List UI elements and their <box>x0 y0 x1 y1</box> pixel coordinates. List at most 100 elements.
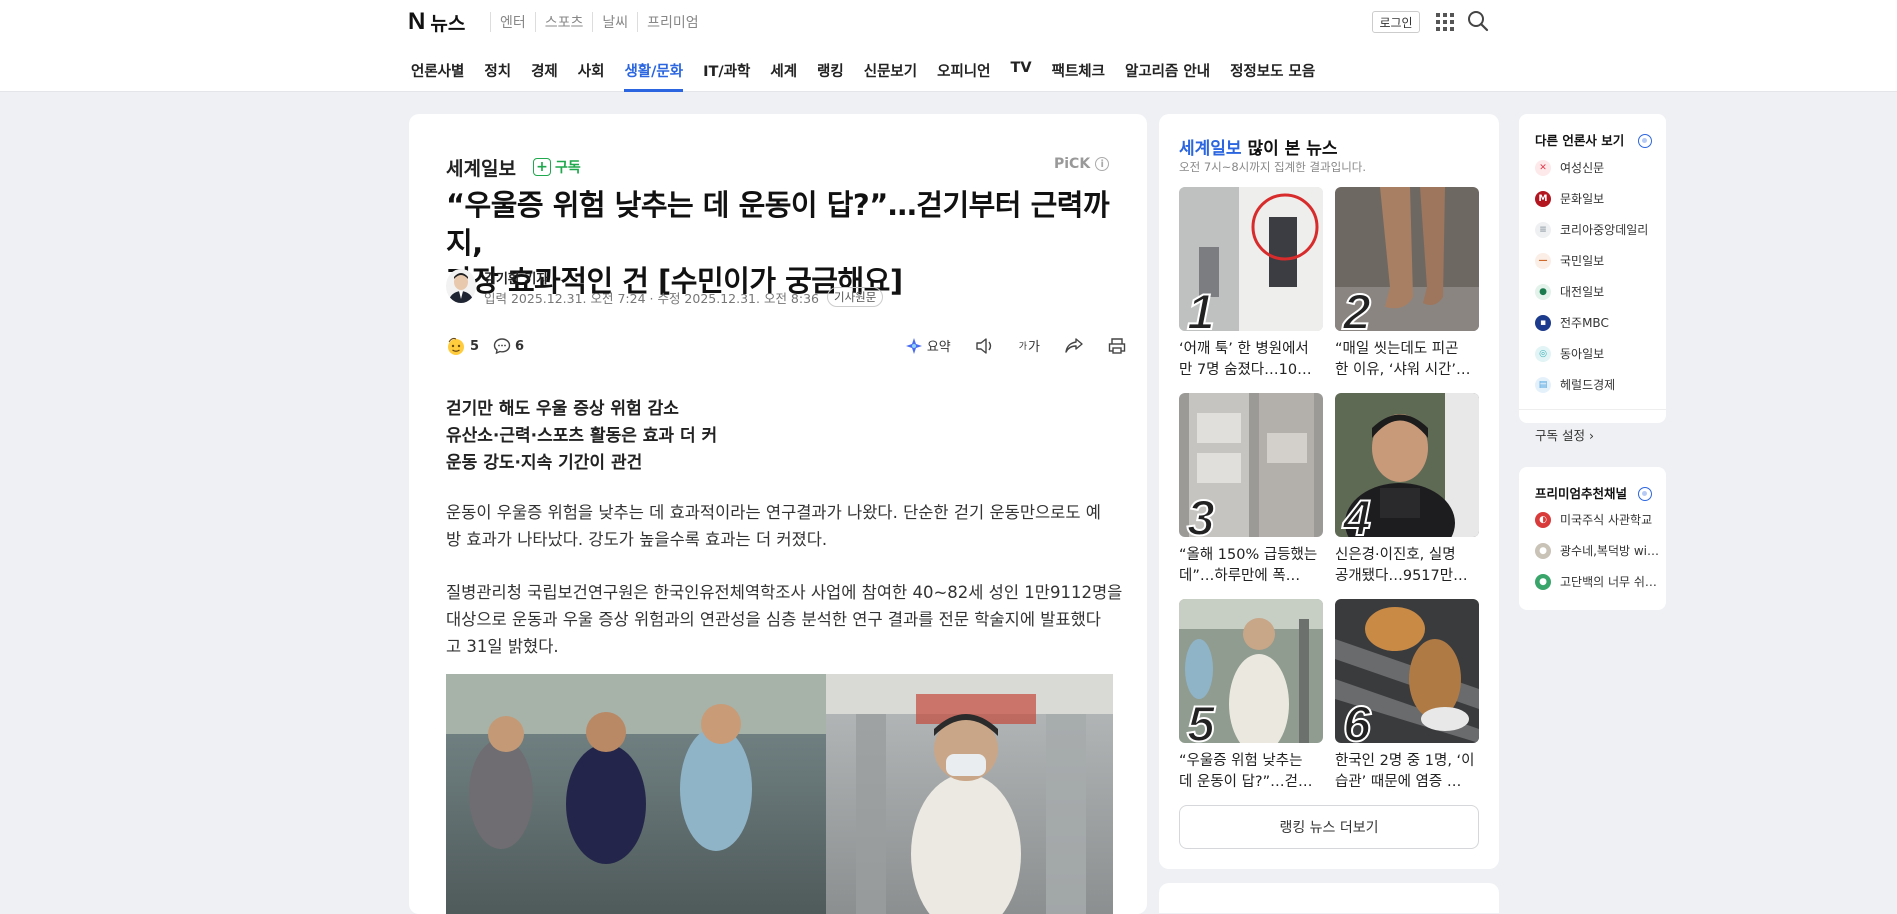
press-logo-icon: M <box>1535 190 1551 207</box>
press-item[interactable]: ▤ 헤럴드경제 <box>1535 376 1615 393</box>
premium-item[interactable]: ● 고단백의 너무 쉬… <box>1535 573 1657 590</box>
refresh-icon[interactable] <box>1638 487 1652 501</box>
ranking-item[interactable]: 4 신은경·이진호, 실명 공개됐다…9517만… <box>1335 393 1479 587</box>
press-item[interactable]: ✕ 여성신문 <box>1535 159 1604 176</box>
login-button[interactable]: 로그인 <box>1372 11 1420 33</box>
ranking-thumbnail[interactable]: 1 <box>1179 187 1323 331</box>
tab-society[interactable]: 사회 <box>578 60 605 92</box>
speaker-icon[interactable] <box>975 337 995 355</box>
press-logo-icon: ▤ <box>1535 376 1551 393</box>
tab-newspaper[interactable]: 신문보기 <box>864 60 917 92</box>
more-ranking-button[interactable]: 랭킹 뉴스 더보기 <box>1179 805 1479 849</box>
tab-factcheck[interactable]: 팩트체크 <box>1052 60 1105 92</box>
headline-line: “올해 150% 급등했는 <box>1179 547 1318 563</box>
article-card: 세계일보 + 구독 PiCK i “우울증 위험 낮추는 데 운동이 답?”…걷… <box>409 114 1147 914</box>
subscribe-label: 구독 <box>555 160 581 176</box>
ranking-press[interactable]: 세계일보 <box>1179 139 1242 159</box>
ranking-item[interactable]: 1 ‘어깨 툭’ 한 병원에서 만 7명 숨졌다…10… <box>1179 187 1323 381</box>
tab-it-science[interactable]: IT/과학 <box>703 60 750 92</box>
tab-economy[interactable]: 경제 <box>531 60 558 92</box>
original-article-button[interactable]: 기사원문 <box>827 287 884 307</box>
tab-opinion[interactable]: 오피니언 <box>937 60 990 92</box>
font-size-button[interactable]: 가 가 <box>1019 336 1040 355</box>
press-item[interactable]: ● 대전일보 <box>1535 283 1604 300</box>
summary-button[interactable]: 요약 <box>905 336 951 355</box>
article-toolbar: 5 6 요약 가 가 <box>446 336 1126 360</box>
press-item-name: 전주MBC <box>1560 316 1609 330</box>
headline-line: 한 이유, ‘샤워 시간’… <box>1335 362 1471 378</box>
tab-corrections[interactable]: 정정보도 모음 <box>1230 60 1315 92</box>
service-entertainment[interactable]: 엔터 <box>490 12 535 32</box>
tab-ranking[interactable]: 랭킹 <box>817 60 844 92</box>
ranking-title-text: 많이 본 뉴스 <box>1241 139 1338 159</box>
headline-line: 만 7명 숨졌다…10… <box>1179 362 1312 378</box>
premium-item[interactable]: ● 광수네,복덕방 wi… <box>1535 542 1659 559</box>
headline-line: “우울증 위험 낮추는 데 운동이 답?”…걷기부터 근력까지, <box>446 188 1110 260</box>
tab-world[interactable]: 세계 <box>770 60 797 92</box>
pick-label: PiCK <box>1054 156 1091 172</box>
ranking-thumbnail[interactable]: 4 <box>1335 393 1479 537</box>
ranking-headline: 한국인 2명 중 1명, ‘이 습관’ 때문에 염증 … <box>1335 751 1479 793</box>
logo-n: N <box>408 8 425 35</box>
search-icon[interactable] <box>1467 10 1489 32</box>
ranking-number: 5 <box>1186 696 1216 743</box>
subscribe-button[interactable]: + 구독 <box>533 157 581 177</box>
ranking-headline: “우울증 위험 낮추는 데 운동이 답?”…걷… <box>1179 751 1323 793</box>
press-item[interactable]: ◎ 동아일보 <box>1535 345 1604 362</box>
emoji-reaction-icon[interactable] <box>446 336 466 356</box>
paragraph-line: 질병관리청 국립보건연구원은 한국인유전체역학조사 사업에 참여한 40~82세… <box>446 583 1123 602</box>
ranking-headline: 신은경·이진호, 실명 공개됐다…9517만… <box>1335 545 1479 587</box>
tab-life-culture[interactable]: 생활/문화 <box>624 60 683 92</box>
article-tools: 요약 가 가 <box>881 336 1126 355</box>
headline-line: “우울증 위험 낮추는 <box>1179 753 1303 769</box>
ranking-thumbnail[interactable]: 5 <box>1179 599 1323 743</box>
channel-logo-icon: ● <box>1535 542 1551 559</box>
tab-tv[interactable]: TV <box>1010 60 1031 92</box>
subscription-settings-link[interactable]: 구독 설정 › <box>1535 425 1594 444</box>
ranking-thumbnail[interactable]: 3 <box>1179 393 1323 537</box>
press-item-name: 대전일보 <box>1560 285 1605 299</box>
pick-badge: PiCK i <box>1054 156 1110 172</box>
press-item[interactable]: M 문화일보 <box>1535 190 1604 207</box>
apps-grid-icon[interactable] <box>1436 13 1454 31</box>
tab-by-press[interactable]: 언론사별 <box>411 60 464 92</box>
reporter-name[interactable]: 김기환 기자 <box>484 268 548 287</box>
tab-algorithm[interactable]: 알고리즘 안내 <box>1125 60 1210 92</box>
ranking-item[interactable]: 6 한국인 2명 중 1명, ‘이 습관’ 때문에 염증 … <box>1335 599 1479 793</box>
ranking-title: 세계일보 많이 본 뉴스 <box>1179 134 1338 159</box>
ranking-item[interactable]: 3 “올해 150% 급등했는 데”…하루만에 폭… <box>1179 393 1323 587</box>
share-icon[interactable] <box>1064 337 1084 355</box>
tab-politics[interactable]: 정치 <box>484 60 511 92</box>
print-icon[interactable] <box>1108 337 1126 355</box>
ranking-thumbnail[interactable]: 6 <box>1335 599 1479 743</box>
most-viewed-news-card: 세계일보 많이 본 뉴스 오전 7시~8시까지 집계한 결과입니다. 1 ‘어깨… <box>1159 114 1499 869</box>
service-premium[interactable]: 프리미엄 <box>637 12 708 32</box>
article-photo[interactable] <box>446 674 1113 914</box>
next-card-partial <box>1159 883 1499 913</box>
reporter-avatar[interactable] <box>446 269 476 303</box>
press-item[interactable]: ≡ 코리아중앙데일리 <box>1535 221 1648 238</box>
ranking-item[interactable]: 2 “매일 씻는데도 피곤 한 이유, ‘샤워 시간’… <box>1335 187 1479 381</box>
comment-icon[interactable] <box>493 337 511 355</box>
premium-item[interactable]: ◐ 미국주식 사관학교 <box>1535 511 1652 528</box>
press-logo-icon: ✕ <box>1535 159 1551 176</box>
plus-icon: + <box>533 158 551 176</box>
channel-logo-icon: ◐ <box>1535 511 1551 528</box>
service-sports[interactable]: 스포츠 <box>534 12 593 32</box>
press-item[interactable]: — 국민일보 <box>1535 252 1604 269</box>
font-size-small-icon: 가 <box>1018 342 1028 352</box>
press-item[interactable]: ▪ 전주MBC <box>1535 314 1609 331</box>
service-weather[interactable]: 날씨 <box>592 12 637 32</box>
channel-logo-icon: ● <box>1535 573 1551 590</box>
naver-news-logo[interactable]: N 뉴스 <box>408 8 465 36</box>
press-name[interactable]: 세계일보 <box>446 154 516 181</box>
top-header: N 뉴스 엔터 스포츠 날씨 프리미엄 로그인 언론사별 정치 경제 사회 생활… <box>0 0 1897 92</box>
info-icon[interactable]: i <box>1095 157 1110 171</box>
press-item-name: 동아일보 <box>1560 347 1605 361</box>
refresh-icon[interactable] <box>1638 134 1652 148</box>
ranking-headline: ‘어깨 툭’ 한 병원에서 만 7명 숨졌다…10… <box>1179 339 1323 381</box>
ranking-item[interactable]: 5 “우울증 위험 낮추는 데 운동이 답?”…걷… <box>1179 599 1323 793</box>
press-item-name: 여성신문 <box>1560 161 1605 175</box>
ranking-thumbnail[interactable]: 2 <box>1335 187 1479 331</box>
paragraph-line: 운동이 우울증 위험을 낮추는 데 효과적이라는 연구결과가 나왔다. 단순한 … <box>446 503 1101 522</box>
